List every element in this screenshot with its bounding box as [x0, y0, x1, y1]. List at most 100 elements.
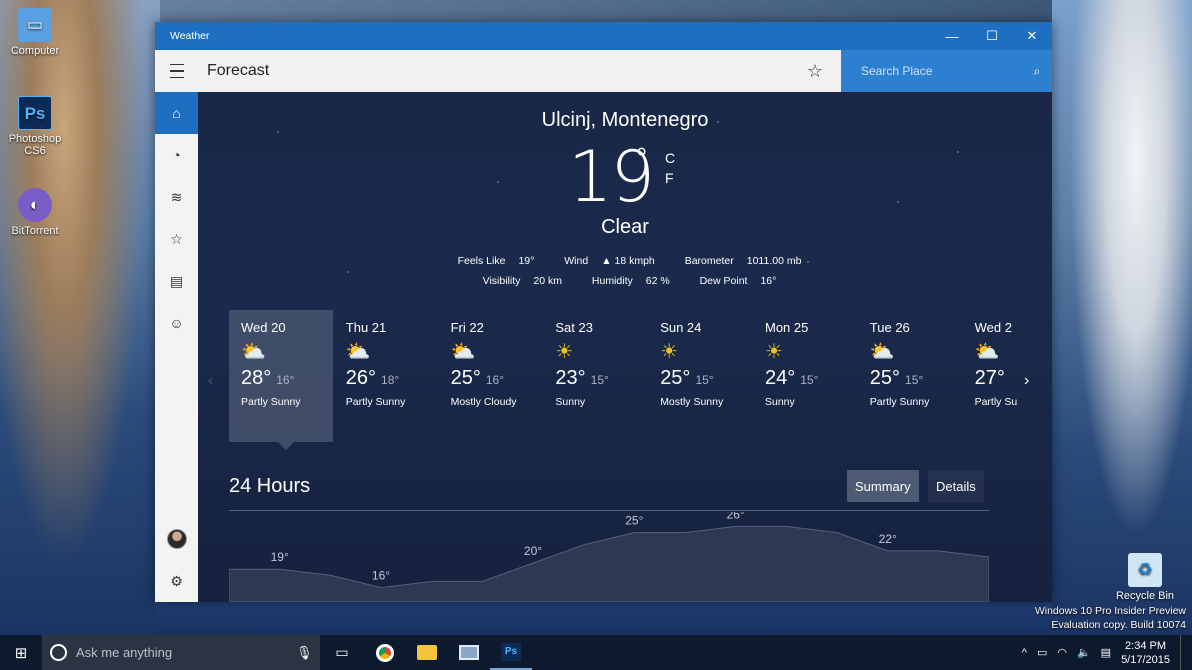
sidebar-account[interactable] [155, 518, 198, 560]
forecast-description: Partly Sunny [869, 396, 930, 408]
scroll-right-arrow[interactable]: › [1024, 372, 1029, 390]
forecast-day[interactable]: Wed 20 ⛅ 28° 16° Partly Sunny [229, 310, 333, 442]
forecast-description: Partly Sunny [241, 396, 301, 408]
clock[interactable]: 2:34 PM 5/17/2015 [1121, 639, 1170, 667]
notice-line-2: Evaluation copy. Build 10074 [1051, 619, 1186, 631]
feels-like-value: 19° [518, 255, 535, 267]
sidebar-item-news[interactable]: ▤ [155, 260, 198, 302]
taskbar-file-explorer[interactable] [406, 635, 448, 670]
sidebar-item-historical[interactable]: ≋ [155, 176, 198, 218]
desktop-icon-recycle-bin[interactable]: ♻ Recycle Bin [1110, 553, 1180, 602]
historical-chart-icon: ≋ [170, 188, 183, 205]
forecast-day[interactable]: Mon 25 ☀ 24° 15° Sunny [753, 310, 857, 442]
barometer-label: Barometer [684, 255, 734, 267]
forecast-low: 18° [381, 373, 400, 387]
forecast-low: 15° [800, 373, 819, 387]
forecast-day[interactable]: Thu 21 ⛅ 26° 18° Partly Sunny [334, 310, 438, 442]
fahrenheit-button[interactable]: F [665, 168, 675, 188]
desktop-icon-computer[interactable]: ▭ Computer [0, 8, 70, 57]
notice-line-1: Windows 10 Pro Insider Preview [1034, 605, 1186, 617]
sidebar: ⌂ ◔ ≋ ☆ ▤ ☺ ⚙ [155, 92, 198, 602]
sidebar-item-places[interactable]: ☆ [155, 218, 198, 260]
news-icon: ▤ [169, 272, 184, 289]
desktop-icon-bittorrent[interactable]: ◐ BitTorrent [0, 188, 70, 237]
wind-value: ▲ 18 kmph [601, 255, 655, 267]
microphone-icon[interactable]: 🎙 [296, 645, 320, 661]
temperature-area [229, 525, 989, 602]
maximize-button[interactable]: ☐ [972, 22, 1012, 50]
forecast-day-name: Wed 20 [241, 320, 286, 335]
feels-like-label: Feels Like [457, 255, 506, 267]
desktop-wallpaper-bottom [155, 602, 1052, 635]
close-button[interactable]: ✕ [1012, 22, 1052, 50]
forecast-day-name: Sun 24 [660, 320, 702, 335]
forecast-high: 25° [869, 367, 901, 389]
selected-day-pointer [278, 442, 294, 450]
start-button[interactable]: ⊞ [0, 635, 42, 670]
search-place-input[interactable]: Search Place ⌕ [841, 50, 1052, 92]
windows-logo-icon: ⊞ [14, 644, 28, 662]
smiley-icon: ☺ [169, 315, 184, 331]
hourly-section-title: 24 Hours [229, 475, 311, 497]
battery-icon[interactable]: ▭ [1037, 646, 1047, 659]
summary-tab[interactable]: Summary [847, 470, 919, 502]
computer-icon: ▭ [18, 8, 52, 42]
add-favorite-button[interactable]: ☆ [795, 50, 835, 92]
sunny-icon: ☀ [555, 341, 574, 363]
task-view-button[interactable]: ▭ [320, 635, 364, 670]
chrome-icon [376, 643, 394, 662]
desktop-icon-label: Computer [10, 45, 60, 57]
search-icon[interactable]: ⌕ [1022, 64, 1052, 79]
degree-symbol: ° [636, 142, 648, 173]
taskbar: ⊞ Ask me anything 🎙 ▭ Ps ^ ▭ ◠ 🔈 ▤ 2:34 … [0, 635, 1192, 670]
forecast-description: Partly Sunny [345, 396, 406, 408]
forecast-low: 15° [590, 373, 609, 387]
hourly-temp-label: 25° [625, 514, 643, 528]
minimize-button[interactable]: — [932, 22, 972, 50]
section-divider [229, 510, 989, 511]
app-bar: Forecast ☆ Search Place ⌕ [155, 50, 1052, 92]
system-tray: ^ ▭ ◠ 🔈 ▤ 2:34 PM 5/17/2015 [1022, 635, 1192, 670]
photoshop-icon: Ps [501, 642, 521, 661]
sidebar-item-feedback[interactable]: ☺ [155, 302, 198, 344]
forecast-low: 15° [695, 373, 714, 387]
hamburger-menu-button[interactable] [155, 50, 199, 92]
sidebar-settings[interactable]: ⚙ [155, 560, 198, 602]
forecast-description: Mostly Cloudy [450, 396, 517, 408]
partly-sunny-icon: ⛅ [345, 341, 371, 363]
cortana-search-box[interactable]: Ask me anything 🎙 [42, 635, 320, 670]
forecast-day[interactable]: Tue 26 ⛅ 25° 15° Partly Sunny [858, 310, 962, 442]
volume-icon[interactable]: 🔈 [1077, 646, 1091, 659]
show-hidden-icons-icon[interactable]: ^ [1022, 647, 1027, 659]
forecast-high: 24° [765, 367, 796, 389]
task-view-icon: ▭ [335, 644, 349, 660]
visibility-label: Visibility [482, 275, 521, 287]
action-center-icon[interactable]: ▤ [1101, 646, 1111, 659]
taskbar-chrome[interactable] [364, 635, 406, 670]
sidebar-item-maps[interactable]: ◔ [155, 134, 198, 176]
search-placeholder: Search Place [861, 64, 933, 78]
celsius-button[interactable]: C [665, 148, 675, 168]
forecast-day-name: Sat 23 [555, 320, 593, 335]
sidebar-item-forecast[interactable]: ⌂ [155, 92, 198, 134]
forecast-day[interactable]: Fri 22 ⛅ 25° 16° Mostly Cloudy [439, 310, 543, 442]
title-bar[interactable]: Weather — ☐ ✕ [155, 22, 1052, 50]
forecast-day[interactable]: Wed 2 ⛅ 27° Partly Su [963, 310, 1024, 442]
clock-time: 2:34 PM [1125, 639, 1167, 652]
forecast-high: 28° [241, 367, 272, 389]
forecast-day-name: Thu 21 [345, 320, 387, 335]
partly-sunny-icon: ⛅ [974, 341, 1000, 363]
forecast-day[interactable]: Sat 23 ☀ 23° 15° Sunny [543, 310, 647, 442]
show-desktop-button[interactable] [1180, 635, 1184, 670]
details-tab[interactable]: Details [928, 470, 984, 502]
forecast-day[interactable]: Sun 24 ☀ 25° 15° Mostly Sunny [648, 310, 752, 442]
desktop-icon-label: BitTorrent [11, 225, 59, 237]
desktop-icon-photoshop[interactable]: Ps Photoshop CS6 [0, 96, 70, 157]
taskbar-photoshop[interactable]: Ps [490, 635, 532, 670]
scroll-left-arrow[interactable]: ‹ [208, 372, 213, 390]
taskbar-remote-desktop[interactable] [448, 635, 490, 670]
forecast-content: Ulcinj, Montenegro 19 ° C F Clear Feels … [198, 92, 1052, 602]
mostly-cloudy-icon: ⛅ [450, 341, 476, 363]
network-icon[interactable]: ◠ [1057, 646, 1067, 659]
current-condition: Clear [601, 216, 649, 238]
